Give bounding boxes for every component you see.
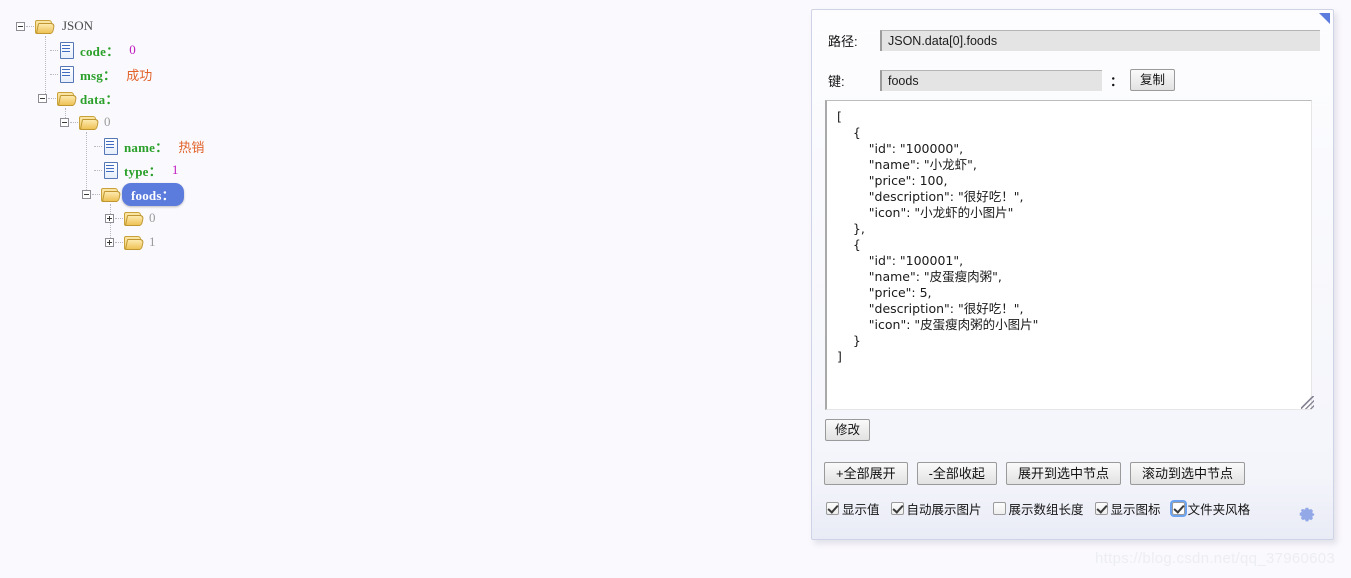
- toggle-minus-icon[interactable]: [38, 93, 47, 103]
- key-input[interactable]: [880, 69, 1102, 91]
- tree-node-data[interactable]: data：: [38, 86, 119, 110]
- toggle-placeholder: [40, 46, 49, 55]
- toggle-minus-icon[interactable]: [60, 117, 69, 127]
- tree-node-index: 0: [149, 210, 156, 225]
- option-label: 显示图标: [1110, 503, 1161, 517]
- option-label: 展示数组长度: [1008, 503, 1084, 517]
- tree-dots: [115, 217, 123, 219]
- tree-node-foods[interactable]: foods：: [82, 182, 184, 206]
- path-row: 路径:: [828, 30, 1320, 51]
- tree-node-foods-1[interactable]: 1: [105, 230, 156, 254]
- tree-node-foods-0[interactable]: 0: [105, 206, 156, 230]
- key-separator: ：: [1110, 73, 1124, 89]
- path-label: 路径:: [828, 34, 858, 49]
- folder-icon: [79, 115, 96, 130]
- folder-icon: [124, 211, 141, 226]
- checkbox-show-array-length[interactable]: [992, 502, 1006, 515]
- tree-node-root[interactable]: JSON: [16, 14, 93, 38]
- toggle-minus-icon[interactable]: [82, 189, 91, 199]
- tree-node-label: JSON: [62, 18, 94, 33]
- action-button-row: +全部展开 -全部收起 展开到选中节点 滚动到选中节点: [824, 462, 1245, 485]
- key-label: 键:: [828, 73, 845, 89]
- tree-node-msg[interactable]: msg： 成功: [40, 62, 152, 86]
- toggle-placeholder: [84, 166, 93, 175]
- tree-node-value: 1: [171, 162, 179, 177]
- path-input[interactable]: [880, 30, 1320, 51]
- tree-dots: [115, 241, 123, 243]
- tree-dots: [50, 73, 58, 75]
- option-label: 自动展示图片: [906, 503, 982, 517]
- folder-icon: [35, 19, 52, 34]
- tree-node-index: 1: [149, 234, 156, 249]
- checkbox-auto-show-image[interactable]: [890, 502, 904, 515]
- option-folder-style[interactable]: 文件夹风格: [1169, 499, 1251, 518]
- folder-icon: [57, 91, 74, 106]
- toggle-minus-icon[interactable]: [16, 21, 25, 31]
- option-label: 显示值: [842, 503, 880, 517]
- tree-node-value: 热销: [178, 139, 205, 155]
- gear-icon[interactable]: [1297, 505, 1317, 525]
- scroll-to-node-button[interactable]: 滚动到选中节点: [1129, 462, 1245, 485]
- tree-node-code[interactable]: code： 0: [40, 38, 136, 62]
- expand-to-node-button[interactable]: 展开到选中节点: [1005, 462, 1121, 485]
- tree-node-key: name：: [124, 139, 169, 155]
- tree-dots: [50, 49, 58, 51]
- checkbox-folder-style[interactable]: [1169, 500, 1187, 517]
- toggle-plus-icon[interactable]: [105, 237, 114, 247]
- tree-node-name[interactable]: name： 热销: [84, 134, 204, 158]
- option-show-icon[interactable]: 显示图标: [1094, 499, 1161, 518]
- toggle-placeholder: [40, 70, 49, 79]
- watermark: https://blog.csdn.net/qq_37960603: [1095, 550, 1336, 567]
- tree-node-key: data：: [80, 91, 119, 107]
- tree-node-index: 0: [104, 114, 111, 129]
- json-editor-textarea[interactable]: [ { "id": "100000", "name": "小龙虾", "pric…: [825, 100, 1312, 410]
- tree-node-key-selected: foods：: [122, 182, 184, 206]
- tree-dots: [94, 145, 102, 147]
- tree-node-value: 0: [129, 42, 136, 57]
- option-auto-show-image[interactable]: 自动展示图片: [890, 499, 982, 518]
- collapse-all-button[interactable]: -全部收起: [916, 462, 997, 485]
- tree-node-data-0[interactable]: 0: [60, 110, 111, 134]
- toggle-plus-icon[interactable]: [105, 213, 114, 223]
- checkbox-show-value[interactable]: [826, 502, 839, 515]
- option-show-array-length[interactable]: 展示数组长度: [992, 499, 1084, 518]
- folder-icon: [101, 187, 118, 202]
- option-label: 文件夹风格: [1187, 503, 1251, 517]
- tree-dots: [48, 97, 56, 99]
- file-icon: [103, 138, 118, 155]
- tree-node-key: type：: [124, 163, 162, 179]
- tree-node-value: 成功: [126, 67, 153, 83]
- tree-node-key: code：: [80, 43, 120, 59]
- tree-dots: [92, 193, 100, 195]
- collapse-triangle-icon[interactable]: [1319, 13, 1330, 24]
- folder-icon: [124, 235, 141, 250]
- tree-dots: [94, 169, 102, 171]
- modify-button[interactable]: 修改: [825, 419, 871, 441]
- copy-button[interactable]: 复制: [1130, 69, 1176, 91]
- file-icon: [59, 42, 74, 59]
- tree-node-type[interactable]: type： 1: [84, 158, 178, 182]
- tree-dots: [26, 25, 34, 27]
- tree-node-key: msg：: [80, 67, 117, 83]
- key-row: 键: ： 复制: [828, 69, 1176, 91]
- expand-all-button[interactable]: +全部展开: [824, 462, 908, 485]
- toggle-placeholder: [84, 142, 93, 151]
- json-tree-panel: JSON code： 0 msg： 成功 data： 0 name： 热销 ty…: [0, 0, 800, 578]
- option-show-value[interactable]: 显示值: [826, 499, 880, 518]
- json-detail-panel: 路径: 键: ： 复制 [ { "id": "100000", "name": …: [811, 9, 1334, 540]
- tree-dots: [70, 121, 78, 123]
- file-icon: [59, 66, 74, 83]
- file-icon: [103, 162, 118, 179]
- checkbox-show-icon[interactable]: [1094, 502, 1108, 515]
- options-row: 显示值 自动展示图片 展示数组长度 显示图标 文件夹风格: [826, 499, 1250, 518]
